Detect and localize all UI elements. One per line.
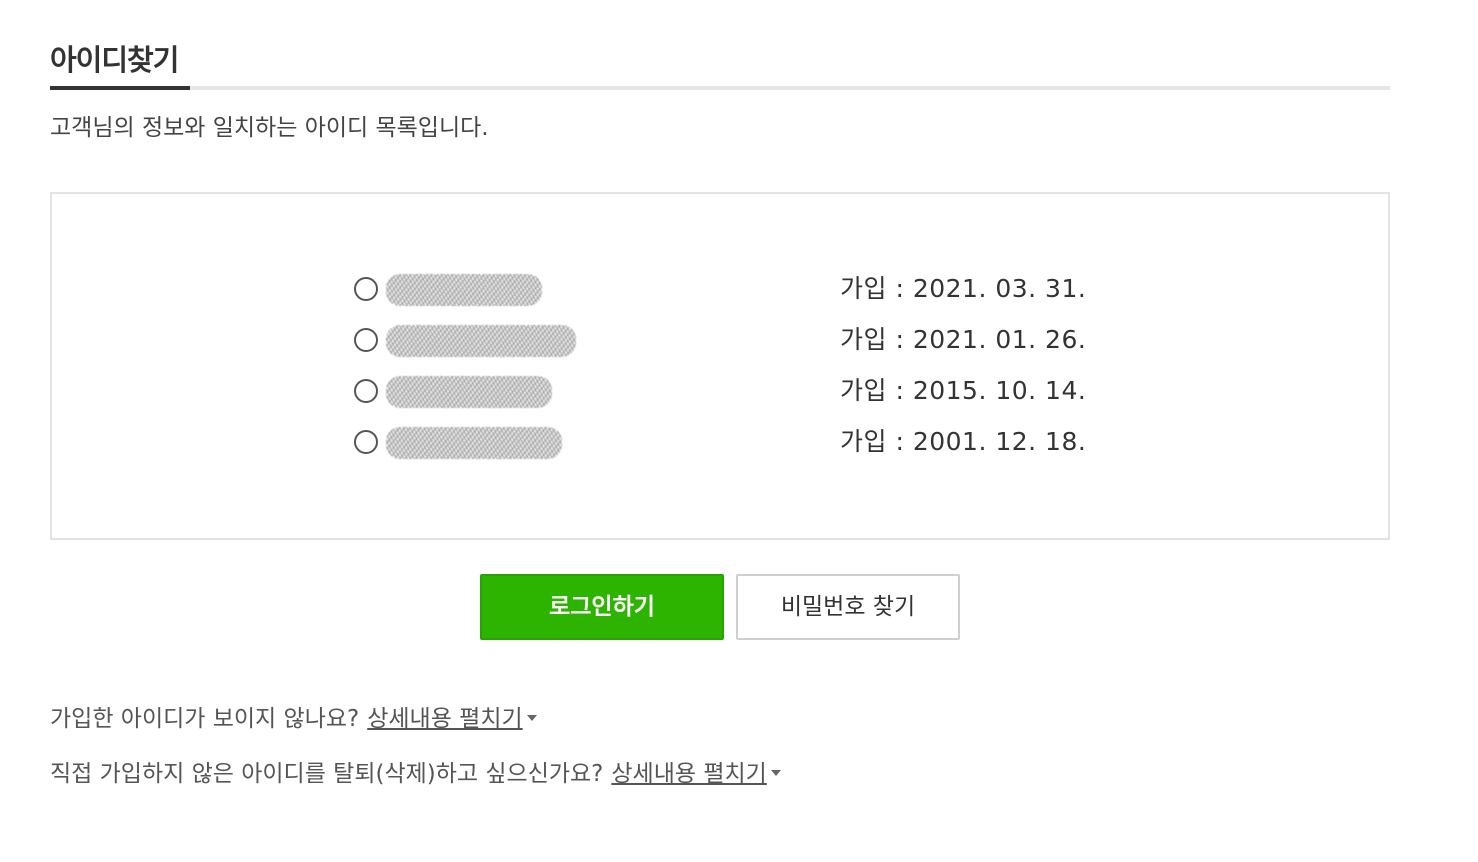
login-button[interactable]: 로그인하기 (480, 574, 724, 640)
help-question-text: 직접 가입하지 않은 아이디를 탈퇴(삭제)하고 싶으신가요? (50, 761, 604, 787)
expand-details-link[interactable]: 상세내용 펼치기 (611, 761, 766, 787)
id-list-item[interactable]: 가입 : 2001. 12. 18. (352, 423, 1152, 463)
find-password-button[interactable]: 비밀번호 찾기 (736, 574, 960, 640)
title-underline (50, 86, 190, 90)
caret-down-icon[interactable] (770, 769, 781, 776)
help-not-visible-line: 가입한 아이디가 보이지 않나요? 상세내용 펼치기 (50, 703, 537, 735)
radio-unchecked-icon[interactable] (354, 277, 378, 301)
find-id-page: 아이디찾기 고객님의 정보와 일치하는 아이디 목록입니다. 가입 : 2021… (0, 0, 1478, 862)
radio-unchecked-icon[interactable] (354, 379, 378, 403)
caret-down-icon[interactable] (526, 714, 537, 721)
join-date: 가입 : 2021. 01. 26. (840, 325, 1087, 354)
page-title: 아이디찾기 (50, 43, 179, 77)
join-date: 가입 : 2021. 03. 31. (840, 274, 1087, 303)
masked-id-blur (386, 325, 576, 357)
expand-details-link[interactable]: 상세내용 펼치기 (367, 706, 522, 732)
masked-id-blur (386, 427, 562, 459)
join-date: 가입 : 2001. 12. 18. (840, 427, 1087, 456)
radio-unchecked-icon[interactable] (354, 430, 378, 454)
join-date: 가입 : 2015. 10. 14. (840, 376, 1087, 405)
id-list-item[interactable]: 가입 : 2021. 03. 31. (352, 270, 1152, 310)
expand-details-label[interactable]: 상세내용 펼치기 (611, 761, 766, 787)
help-delete-line: 직접 가입하지 않은 아이디를 탈퇴(삭제)하고 싶으신가요? 상세내용 펼치기 (50, 758, 781, 790)
help-question-text: 가입한 아이디가 보이지 않나요? (50, 706, 360, 732)
title-section: 아이디찾기 (50, 40, 1390, 90)
id-list-item[interactable]: 가입 : 2021. 01. 26. (352, 321, 1152, 361)
id-list-box: 가입 : 2021. 03. 31. 가입 : 2021. 01. 26. 가입… (50, 192, 1390, 540)
radio-unchecked-icon[interactable] (354, 328, 378, 352)
masked-id-blur (386, 274, 542, 306)
expand-details-label[interactable]: 상세내용 펼치기 (367, 706, 522, 732)
id-list-item[interactable]: 가입 : 2015. 10. 14. (352, 372, 1152, 412)
masked-id-blur (386, 376, 552, 408)
result-description: 고객님의 정보와 일치하는 아이디 목록입니다. (50, 115, 489, 141)
